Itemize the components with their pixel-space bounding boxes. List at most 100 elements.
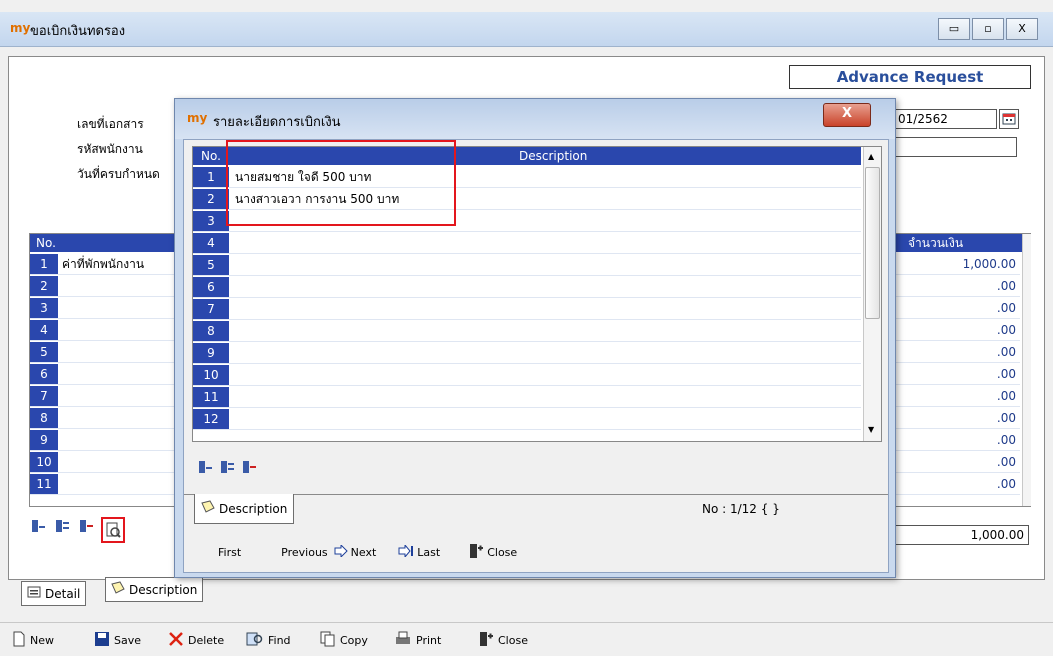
row-amount: .00 (996, 389, 1016, 403)
delete-button[interactable]: Delete (168, 631, 224, 650)
dialog-col-no-header: No. (201, 149, 221, 163)
row-number: 5 (30, 342, 58, 362)
nav-close-button[interactable]: Close (468, 543, 517, 562)
minimize-button[interactable]: ▭ (938, 18, 970, 40)
row-number: 6 (30, 364, 58, 384)
dialog-description-tab-icon (201, 500, 215, 517)
grid-tools (29, 517, 125, 543)
new-button[interactable]: New (12, 631, 54, 650)
dialog-row-number: 2 (193, 189, 229, 209)
nav-last-button[interactable]: Last (398, 543, 440, 560)
dialog-delete-row-icon[interactable] (240, 458, 258, 476)
dialog-row-number: 3 (193, 211, 229, 231)
tab-description[interactable]: Description (105, 577, 204, 602)
row-number: 7 (30, 386, 58, 406)
row-description: ค่าที่พักพนักงาน (62, 257, 145, 271)
delete-label: Delete (188, 634, 225, 647)
insert-row-icon[interactable] (29, 517, 47, 535)
dialog-row-number: 8 (193, 321, 229, 341)
dialog-grid-row[interactable]: 11 (193, 387, 861, 408)
find-button[interactable]: Find (246, 631, 291, 650)
window-title: ขอเบิกเงินทดรอง (30, 24, 126, 39)
employee-input[interactable] (893, 137, 1017, 157)
dialog-close-button[interactable]: X (823, 103, 871, 127)
dialog-grid-row[interactable]: 12 (193, 409, 861, 430)
delete-row-icon[interactable] (77, 517, 95, 535)
save-label: Save (114, 634, 142, 647)
copy-button[interactable]: Copy (320, 631, 368, 650)
dialog-grid-tools (196, 458, 258, 476)
dialog-grid-row[interactable]: 6 (193, 277, 861, 298)
nav-close-label: Close (487, 545, 518, 559)
dialog-title-bar: my รายละเอียดการเบิกเงิน X (175, 99, 895, 139)
dialog-row-number: 4 (193, 233, 229, 253)
nav-next-button[interactable]: Next (334, 543, 376, 560)
description-tab-icon (111, 581, 125, 598)
row-amount: .00 (996, 411, 1016, 425)
dialog-append-row-icon[interactable] (218, 458, 236, 476)
nav-previous-button[interactable]: Previous (281, 546, 328, 559)
find-icon (246, 631, 264, 650)
total-amount-field: 1,000.00 (893, 525, 1029, 545)
row-number: 3 (30, 298, 58, 318)
maximize-button[interactable]: ▫ (972, 18, 1004, 40)
save-icon (94, 631, 110, 650)
dialog-grid-row[interactable]: 10 (193, 365, 861, 386)
row-amount: .00 (996, 323, 1016, 337)
row-amount: 1,000.00 (962, 257, 1016, 271)
row-number: 2 (30, 276, 58, 296)
print-button[interactable]: Print (394, 631, 441, 650)
row-amount: .00 (996, 477, 1016, 491)
description-detail-icon[interactable] (101, 517, 125, 543)
scroll-up-icon[interactable]: ▲ (868, 152, 874, 161)
find-label: Find (268, 634, 291, 647)
dialog-insert-row-icon[interactable] (196, 458, 214, 476)
row-amount: .00 (996, 345, 1016, 359)
scroll-thumb[interactable] (865, 167, 880, 319)
dialog-grid-row[interactable]: 4 (193, 233, 861, 254)
doc-no-input[interactable]: 01/2562 (893, 109, 997, 129)
new-icon (12, 631, 26, 650)
record-status: No : 1/12 { } (702, 502, 780, 516)
dialog-row-number: 11 (193, 387, 229, 407)
calendar-icon[interactable] (999, 109, 1019, 129)
row-number: 4 (30, 320, 58, 340)
dialog-grid-row[interactable]: 5 (193, 255, 861, 276)
description-dialog: my รายละเอียดการเบิกเงิน X No. Descripti… (174, 98, 896, 578)
dialog-grid-row[interactable]: 8 (193, 321, 861, 342)
append-row-icon[interactable] (53, 517, 71, 535)
bottom-toolbar: New Save Delete Find Copy Print Close (0, 622, 1053, 656)
row-number: 11 (30, 474, 58, 494)
copy-label: Copy (340, 634, 368, 647)
scroll-down-icon[interactable]: ▼ (868, 425, 874, 434)
delete-icon (168, 631, 184, 650)
dialog-row-number: 12 (193, 409, 229, 429)
close-window-button[interactable]: X (1006, 18, 1038, 40)
next-arrow-icon (334, 543, 348, 560)
detail-grid-scrollbar[interactable] (1022, 234, 1031, 506)
dialog-row-number: 6 (193, 277, 229, 297)
dialog-row-number: 5 (193, 255, 229, 275)
close-button[interactable]: Close (478, 631, 528, 650)
print-label: Print (416, 634, 442, 647)
row-number: 9 (30, 430, 58, 450)
dialog-title: รายละเอียดการเบิกเงิน (213, 115, 341, 130)
row-amount: .00 (996, 455, 1016, 469)
new-label: New (30, 634, 54, 647)
dialog-tab-description-label: Description (219, 501, 288, 516)
row-amount: .00 (996, 279, 1016, 293)
dialog-logo-icon: my (187, 111, 208, 125)
col-amount-header: จำนวนเงิน (908, 236, 964, 250)
dialog-grid-row[interactable]: 9 (193, 343, 861, 364)
dialog-grid-scrollbar[interactable]: ▲ ▼ (863, 147, 881, 441)
dialog-tab-description[interactable]: Description (194, 494, 295, 524)
tab-detail[interactable]: Detail (21, 581, 87, 606)
form-heading: Advance Request (789, 65, 1031, 89)
last-arrow-icon (398, 543, 414, 560)
copy-icon (320, 631, 336, 650)
dialog-grid-row[interactable]: 7 (193, 299, 861, 320)
nav-first-button[interactable]: First (218, 546, 241, 559)
due-date-label: วันที่ครบกำหนด (77, 167, 160, 181)
tab-detail-label: Detail (45, 586, 81, 601)
save-button[interactable]: Save (94, 631, 141, 650)
